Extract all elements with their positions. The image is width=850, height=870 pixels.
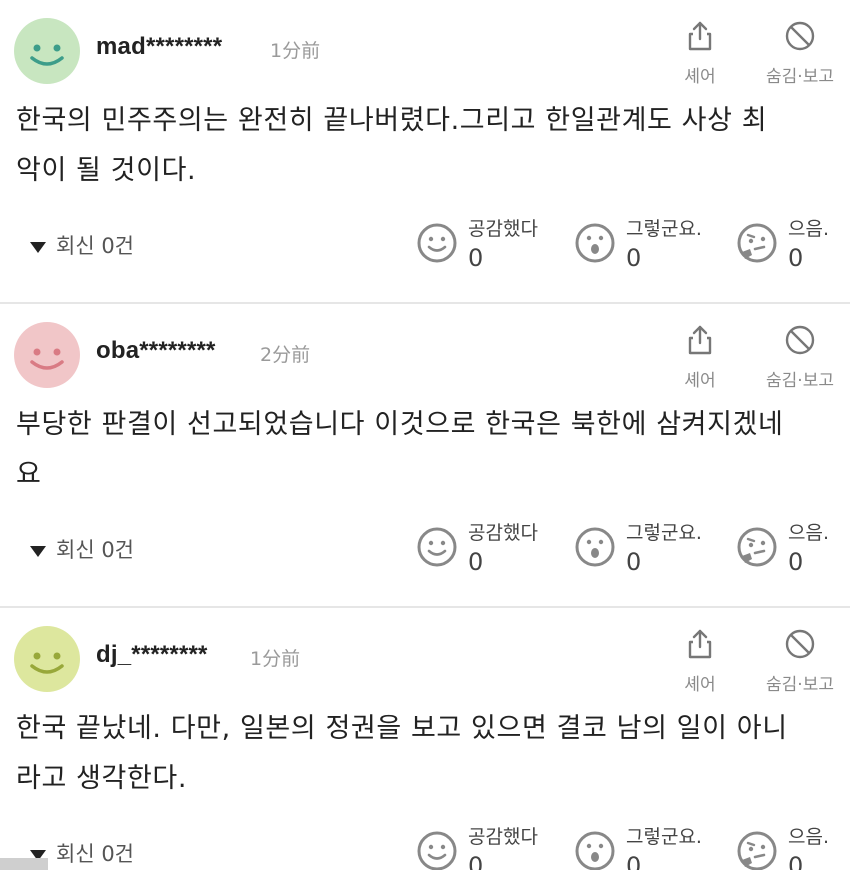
reaction-label: 공감했다 xyxy=(468,826,538,848)
reaction-count: 0 xyxy=(788,548,804,576)
surprised-face-icon xyxy=(575,223,615,263)
comment-text-line: 악이 될 것이다. xyxy=(16,155,197,186)
comment-text-line: 라고 생각한다. xyxy=(16,763,188,794)
reaction-label: 으음. xyxy=(788,522,829,544)
hide-report-button[interactable]: 숨김·보고 xyxy=(752,20,848,87)
comment-text-line: 한국의 민주주의는 완전히 끝나버렸다.그리고 한일관계도 사상 최 xyxy=(16,105,768,136)
reaction-label: 그렇군요. xyxy=(626,218,702,240)
reaction-label: 공감했다 xyxy=(468,218,538,240)
hide-report-label: 숨김·보고 xyxy=(766,67,834,87)
replies-count-label: 회신 0건 xyxy=(56,234,134,258)
comment-text-line: 부당한 판결이 선고되었습니다 이것으로 한국은 북한에 삼켜지겠네 xyxy=(16,409,784,440)
reaction-label: 으음. xyxy=(788,826,829,848)
share-icon xyxy=(688,325,712,355)
reaction-surprise-button[interactable]: 그렇군요. 0 xyxy=(574,822,724,870)
reaction-label: 공감했다 xyxy=(468,522,538,544)
reaction-count: 0 xyxy=(468,548,484,576)
reaction-count: 0 xyxy=(468,244,484,272)
avatar xyxy=(14,18,80,84)
triangle-down-icon xyxy=(30,545,46,557)
reaction-like-button[interactable]: 공감했다 0 xyxy=(416,822,566,870)
reaction-count: 0 xyxy=(626,852,642,870)
reaction-think-button[interactable]: 으음. 0 xyxy=(736,822,846,870)
reaction-count: 0 xyxy=(626,244,642,272)
block-icon xyxy=(785,325,815,355)
timestamp: 1分前 xyxy=(250,648,301,670)
smile-face-icon xyxy=(417,527,457,567)
comment-text: 한국의 민주주의는 완전히 끝나버렸다.그리고 한일관계도 사상 최 악이 될 … xyxy=(16,96,841,196)
reaction-count: 0 xyxy=(626,548,642,576)
share-icon xyxy=(688,629,712,659)
replies-toggle[interactable]: 회신 0건 xyxy=(30,230,134,260)
username[interactable]: mad******** xyxy=(96,33,222,61)
avatar xyxy=(14,322,80,388)
timestamp: 1分前 xyxy=(270,40,321,62)
reaction-surprise-button[interactable]: 그렇군요. 0 xyxy=(574,518,724,588)
reaction-label: 그렇군요. xyxy=(626,826,702,848)
reaction-count: 0 xyxy=(788,244,804,272)
reaction-label: 그렇군요. xyxy=(626,522,702,544)
comment-list: mad******** 1分前 셰어 숨김·보고 한국의 민주주의는 완전히 끝… xyxy=(0,0,850,870)
comment-text-line: 요 xyxy=(16,459,42,490)
reaction-like-button[interactable]: 공감했다 0 xyxy=(416,518,566,588)
smile-face-icon xyxy=(417,831,457,870)
replies-toggle[interactable]: 회신 0건 xyxy=(30,534,134,564)
thinking-face-icon xyxy=(737,527,777,567)
smile-face-icon xyxy=(417,223,457,263)
block-icon xyxy=(785,21,815,51)
replies-count-label: 회신 0건 xyxy=(56,538,134,562)
scroll-indicator xyxy=(0,858,48,870)
share-label: 셰어 xyxy=(684,675,716,695)
comment-text: 부당한 판결이 선고되었습니다 이것으로 한국은 북한에 삼켜지겠네 요 xyxy=(16,400,841,500)
replies-count-label: 회신 0건 xyxy=(56,842,134,866)
username[interactable]: oba******** xyxy=(96,337,216,365)
hide-report-button[interactable]: 숨김·보고 xyxy=(752,628,848,695)
thinking-face-icon xyxy=(737,223,777,263)
block-icon xyxy=(785,629,815,659)
hide-report-label: 숨김·보고 xyxy=(766,371,834,391)
hide-report-button[interactable]: 숨김·보고 xyxy=(752,324,848,391)
share-button[interactable]: 셰어 xyxy=(668,20,732,87)
surprised-face-icon xyxy=(575,831,615,870)
comment-text-line: 한국 끝났네. 다만, 일본의 정권을 보고 있으면 결코 남의 일이 아니 xyxy=(16,713,788,744)
thinking-face-icon xyxy=(737,831,777,870)
comment-item: oba******** 2分前 셰어 숨김·보고 부당한 판결이 선고되었습니다… xyxy=(0,304,850,606)
username[interactable]: dj_******** xyxy=(96,641,208,669)
reaction-surprise-button[interactable]: 그렇군요. 0 xyxy=(574,214,724,284)
avatar xyxy=(14,626,80,692)
triangle-down-icon xyxy=(30,241,46,253)
reaction-like-button[interactable]: 공감했다 0 xyxy=(416,214,566,284)
reaction-count: 0 xyxy=(788,852,804,870)
surprised-face-icon xyxy=(575,527,615,567)
share-button[interactable]: 셰어 xyxy=(668,628,732,695)
reaction-think-button[interactable]: 으음. 0 xyxy=(736,518,846,588)
hide-report-label: 숨김·보고 xyxy=(766,675,834,695)
comment-item: mad******** 1分前 셰어 숨김·보고 한국의 민주주의는 완전히 끝… xyxy=(0,0,850,302)
share-button[interactable]: 셰어 xyxy=(668,324,732,391)
comment-text: 한국 끝났네. 다만, 일본의 정권을 보고 있으면 결코 남의 일이 아니 라… xyxy=(16,704,841,804)
share-label: 셰어 xyxy=(684,371,716,391)
timestamp: 2分前 xyxy=(260,344,311,366)
comment-item: dj_******** 1分前 셰어 숨김·보고 한국 끝났네. 다만, 일본의… xyxy=(0,608,850,870)
share-label: 셰어 xyxy=(684,67,716,87)
reaction-think-button[interactable]: 으음. 0 xyxy=(736,214,846,284)
reaction-label: 으음. xyxy=(788,218,829,240)
share-icon xyxy=(688,21,712,51)
reaction-count: 0 xyxy=(468,852,484,870)
